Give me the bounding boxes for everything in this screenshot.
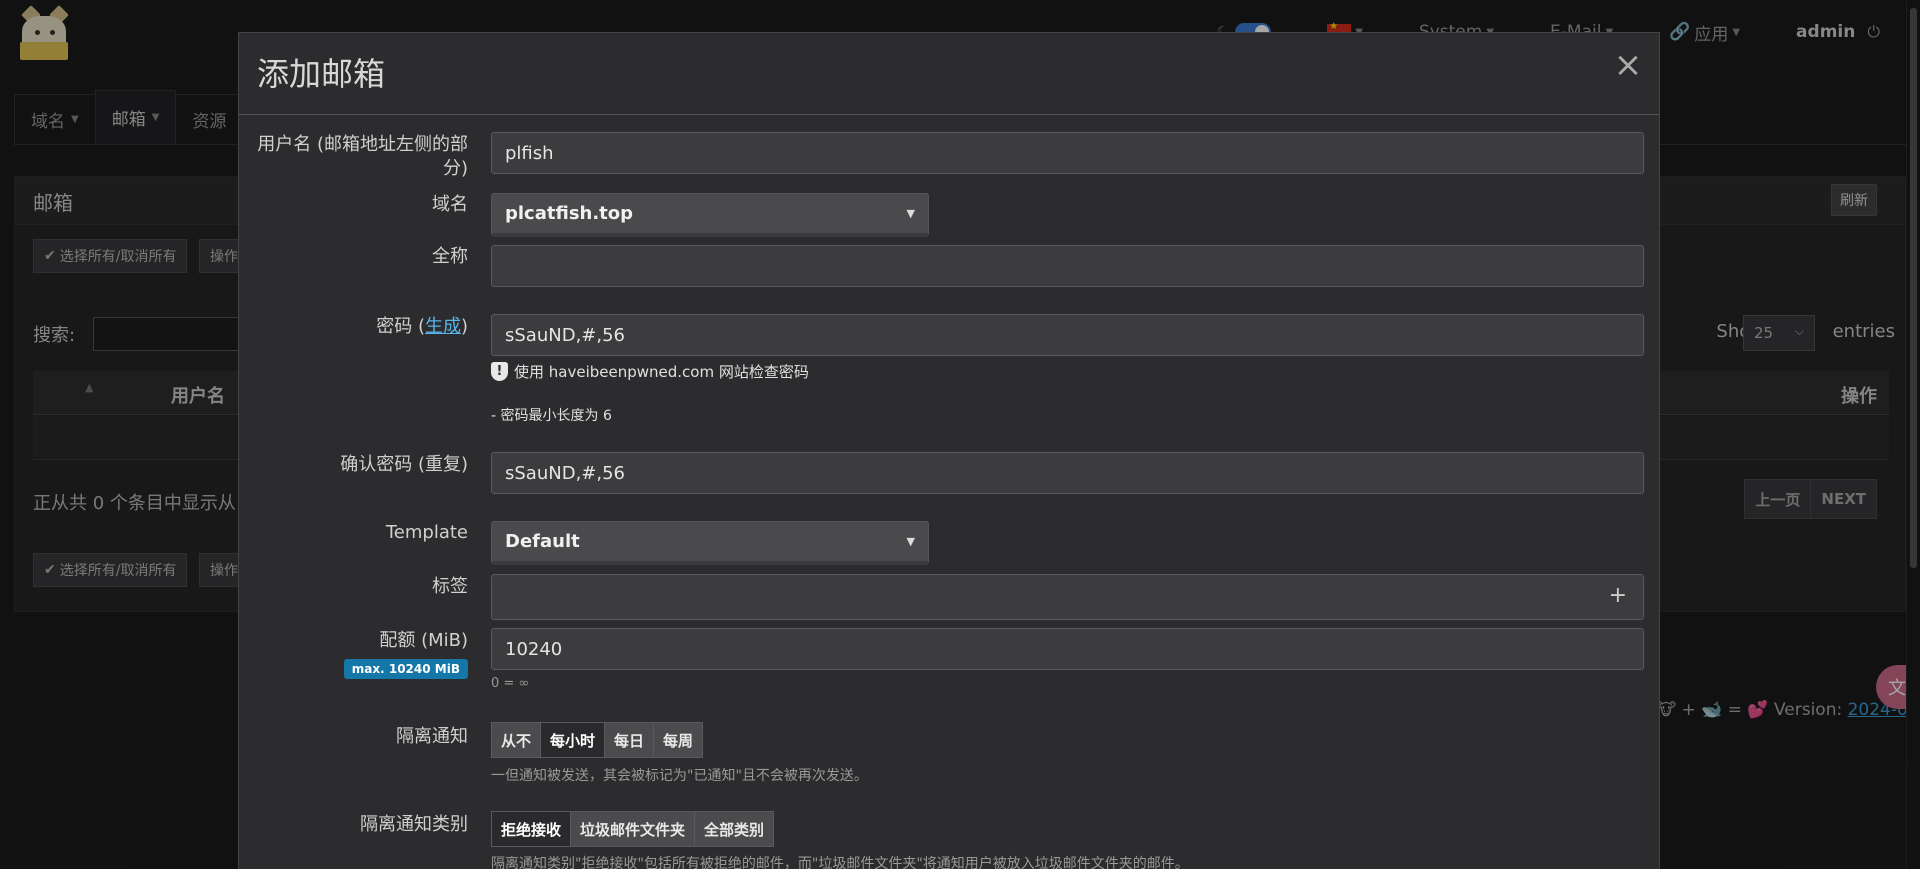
template-value: Default — [505, 531, 580, 552]
generate-password-link[interactable]: 生成 — [425, 316, 461, 337]
plus-icon[interactable]: + — [1609, 583, 1627, 608]
password-label-suffix: ) — [460, 316, 468, 337]
confirm-password-input[interactable]: sSauND,#,56 — [491, 452, 1644, 494]
tags-input[interactable]: + — [491, 574, 1644, 620]
quarantine-category-help: 隔离通知类别"拒绝接收"包括所有被拒绝的邮件，而"垃圾邮件文件夹"将通知用户被放… — [491, 856, 1189, 869]
quarantine-label: 隔离通知 — [396, 726, 468, 747]
domain-select[interactable]: plcatfish.top ▼ — [491, 193, 929, 237]
quarantine-hourly-button[interactable]: 每小时 — [540, 722, 606, 758]
quota-value: 10240 — [505, 638, 563, 660]
caret-down-icon: ▼ — [906, 535, 915, 548]
quarantine-help: 一但通知被发送，其会被标记为"已通知"且不会被再次发送。 — [491, 768, 868, 784]
quota-max-badge: max. 10240 MiB — [343, 659, 468, 679]
modal-title: 添加邮箱 — [257, 55, 386, 93]
caret-down-icon: ▼ — [906, 207, 915, 220]
add-mailbox-modal: 添加邮箱 × 用户名 (邮箱地址左侧的部分) plfish 域名 plcatfi… — [238, 32, 1660, 869]
modal-header: 添加邮箱 × — [239, 33, 1659, 115]
username-value: plfish — [505, 142, 554, 164]
category-rejected-button[interactable]: 拒绝接收 — [491, 811, 572, 847]
quarantine-never-button[interactable]: 从不 — [491, 722, 542, 758]
username-label: 用户名 (邮箱地址左侧的部分) — [257, 134, 468, 179]
hibp-text: 使用 haveibeenpwned.com 网站检查密码 — [514, 363, 809, 381]
quota-label: 配额 (MiB) — [379, 630, 468, 651]
confirm-password-value: sSauND,#,56 — [505, 462, 625, 484]
username-input[interactable]: plfish — [491, 132, 1644, 174]
password-input[interactable]: sSauND,#,56 — [491, 314, 1644, 356]
domain-label: 域名 — [432, 194, 468, 215]
password-label-text: 密码 ( — [376, 316, 425, 337]
confirm-password-label: 确认密码 (重复) — [340, 454, 468, 475]
hibp-check[interactable]: ! 使用 haveibeenpwned.com 网站检查密码 — [491, 361, 809, 382]
category-junk-button[interactable]: 垃圾邮件文件夹 — [570, 811, 696, 847]
quarantine-frequency-group: 从不 每小时 每日 每周 — [491, 722, 704, 758]
quarantine-category-group: 拒绝接收 垃圾邮件文件夹 全部类别 — [491, 811, 775, 847]
password-label: 密码 (生成) — [376, 315, 468, 339]
quota-input[interactable]: 10240 — [491, 628, 1644, 670]
shield-icon: ! — [491, 362, 508, 381]
template-select[interactable]: Default ▼ — [491, 521, 929, 565]
close-icon[interactable]: × — [1613, 48, 1643, 82]
template-label: Template — [385, 522, 468, 543]
fullname-input[interactable] — [491, 245, 1644, 287]
tags-label: 标签 — [432, 576, 468, 597]
password-min-length: - 密码最小长度为 6 — [491, 408, 612, 424]
quarantine-category-label: 隔离通知类别 — [360, 814, 468, 835]
quota-help: 0 = ∞ — [491, 676, 530, 691]
quarantine-weekly-button[interactable]: 每周 — [653, 722, 704, 758]
fullname-label: 全称 — [432, 246, 468, 267]
category-all-button[interactable]: 全部类别 — [694, 811, 775, 847]
password-value: sSauND,#,56 — [505, 324, 625, 346]
quarantine-daily-button[interactable]: 每日 — [604, 722, 655, 758]
domain-value: plcatfish.top — [505, 203, 634, 224]
